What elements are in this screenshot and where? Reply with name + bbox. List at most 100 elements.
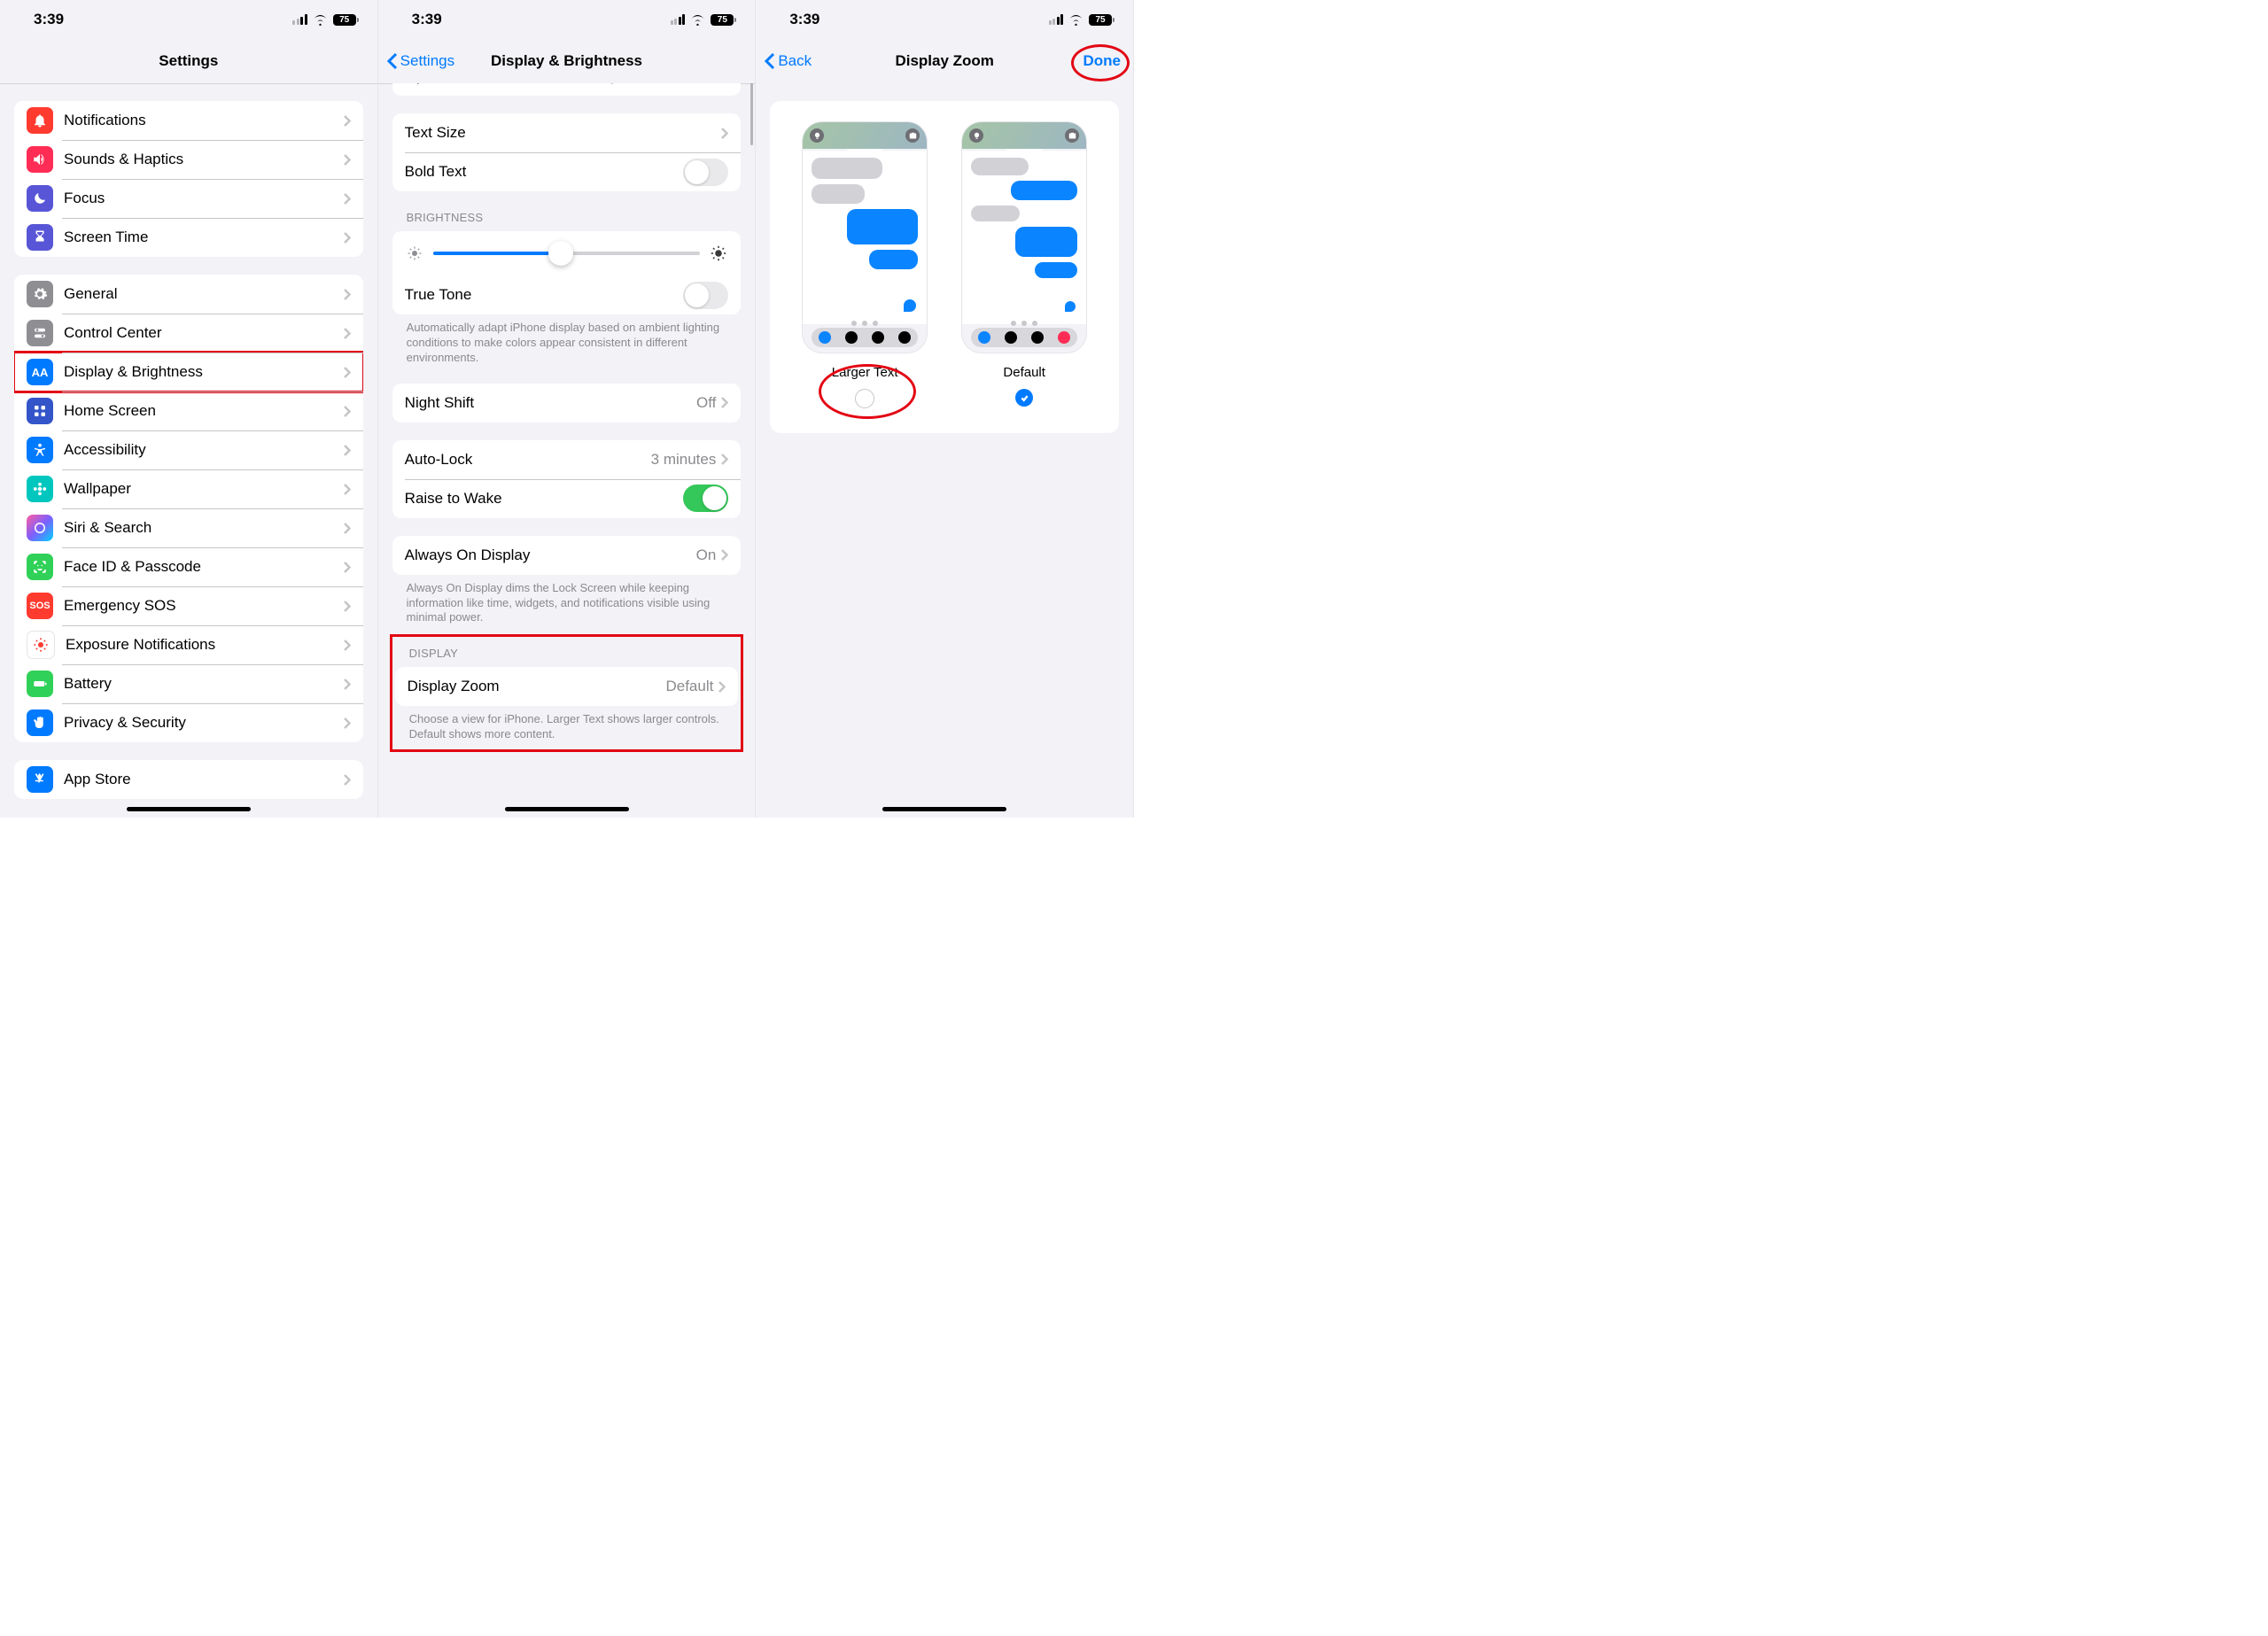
chevron-right-icon	[721, 549, 728, 561]
chevron-right-icon	[721, 128, 728, 139]
row-siri[interactable]: Siri & Search	[14, 508, 363, 547]
home-indicator[interactable]	[882, 807, 1006, 811]
display-zoom-options: Larger Text	[770, 101, 1119, 433]
settings-group-alerts: Notifications Sounds & Haptics Focus Scr…	[14, 101, 363, 257]
chevron-right-icon	[344, 232, 351, 244]
done-button[interactable]: Done	[1084, 52, 1122, 70]
row-always-on-display[interactable]: Always On Display On	[392, 536, 742, 575]
row-privacy[interactable]: Privacy & Security	[14, 703, 363, 742]
settings-group-general: General Control Center AA Display & Brig…	[14, 275, 363, 742]
row-face-id[interactable]: Face ID & Passcode	[14, 547, 363, 586]
exposure-icon	[27, 631, 55, 659]
status-time: 3:39	[400, 11, 442, 28]
row-options-partial[interactable]: Options Light Until Sunset	[392, 83, 742, 96]
chevron-right-icon	[344, 774, 351, 786]
row-display-brightness[interactable]: AA Display & Brightness	[14, 353, 363, 392]
back-button[interactable]: Settings	[387, 52, 454, 70]
settings-main-pane: 3:39 75 Settings Notifications Sounds & …	[0, 0, 378, 818]
row-app-store[interactable]: App Store	[14, 760, 363, 799]
row-bold-text[interactable]: Bold Text	[392, 152, 742, 191]
back-button[interactable]: Back	[765, 52, 812, 70]
battery-icon: 75	[1089, 14, 1112, 26]
chevron-right-icon	[344, 328, 351, 339]
row-exposure-notifications[interactable]: Exposure Notifications	[14, 625, 363, 664]
radio-default[interactable]	[1015, 389, 1033, 407]
chevron-back-icon	[387, 52, 398, 70]
speaker-icon	[27, 146, 53, 173]
status-time: 3:39	[21, 11, 64, 28]
battery-icon: 75	[711, 14, 734, 26]
chevron-right-icon	[344, 562, 351, 573]
row-raise-to-wake[interactable]: Raise to Wake	[392, 479, 742, 518]
home-indicator[interactable]	[127, 807, 251, 811]
brightness-slider-row	[392, 231, 742, 275]
row-night-shift[interactable]: Night Shift Off	[392, 384, 742, 423]
nav-bar: Settings Display & Brightness	[378, 39, 756, 84]
chevron-right-icon	[344, 193, 351, 205]
row-text-size[interactable]: Text Size	[392, 113, 742, 152]
chevron-right-icon	[344, 717, 351, 729]
raise-to-wake-toggle[interactable]	[683, 485, 728, 512]
page-title: Display Zoom	[895, 52, 993, 70]
row-auto-lock[interactable]: Auto-Lock 3 minutes	[392, 440, 742, 479]
switches-icon	[27, 320, 53, 346]
cellular-icon	[671, 14, 686, 25]
row-general[interactable]: General	[14, 275, 363, 314]
chevron-right-icon	[344, 678, 351, 690]
row-display-zoom[interactable]: Display Zoom Default	[395, 667, 739, 706]
row-control-center[interactable]: Control Center	[14, 314, 363, 353]
row-sounds[interactable]: Sounds & Haptics	[14, 140, 363, 179]
group-brightness: True Tone	[392, 231, 742, 314]
sos-icon: SOS	[27, 593, 53, 619]
chevron-right-icon	[344, 523, 351, 534]
face-id-icon	[27, 554, 53, 580]
display-brightness-pane: 3:39 75 Settings Display & Brightness Op…	[378, 0, 757, 818]
row-accessibility[interactable]: Accessibility	[14, 430, 363, 469]
row-focus[interactable]: Focus	[14, 179, 363, 218]
option-larger-text[interactable]: Larger Text	[803, 122, 927, 408]
group-display-zoom: Display Zoom Default	[395, 667, 739, 706]
settings-group-appstore: App Store	[14, 760, 363, 799]
row-wallpaper[interactable]: Wallpaper	[14, 469, 363, 508]
true-tone-toggle[interactable]	[683, 282, 728, 309]
row-notifications[interactable]: Notifications	[14, 101, 363, 140]
home-indicator[interactable]	[505, 807, 629, 811]
row-battery[interactable]: Battery	[14, 664, 363, 703]
brightness-header: BRIGHTNESS	[407, 211, 727, 224]
chevron-right-icon	[344, 445, 351, 456]
chevron-right-icon	[344, 115, 351, 127]
gear-icon	[27, 281, 53, 307]
text-size-icon: AA	[27, 359, 53, 385]
row-emergency-sos[interactable]: SOS Emergency SOS	[14, 586, 363, 625]
row-home-screen[interactable]: Home Screen	[14, 392, 363, 430]
sun-min-icon	[407, 245, 423, 261]
option-default[interactable]: Default	[962, 122, 1086, 408]
option-label: Default	[1003, 365, 1045, 380]
display-zoom-footer: Choose a view for iPhone. Larger Text sh…	[409, 712, 725, 742]
page-title: Settings	[159, 52, 218, 70]
group-text: Text Size Bold Text	[392, 113, 742, 191]
app-store-icon	[27, 766, 53, 793]
bell-icon	[27, 107, 53, 134]
display-zoom-pane: 3:39 75 Back Display Zoom Done	[756, 0, 1134, 818]
brightness-slider[interactable]	[433, 252, 701, 255]
row-screen-time[interactable]: Screen Time	[14, 218, 363, 257]
flower-icon	[27, 476, 53, 502]
status-time: 3:39	[777, 11, 819, 28]
chevron-right-icon	[344, 601, 351, 612]
grid-icon	[27, 398, 53, 424]
chevron-right-icon	[721, 397, 728, 408]
battery-settings-icon	[27, 671, 53, 697]
true-tone-footer: Automatically adapt iPhone display based…	[407, 321, 727, 366]
siri-icon	[27, 515, 53, 541]
chevron-right-icon	[344, 484, 351, 495]
row-true-tone[interactable]: True Tone	[392, 275, 742, 314]
status-bar: 3:39 75	[378, 0, 756, 39]
radio-larger-text[interactable]	[855, 389, 874, 408]
nav-bar: Settings	[0, 39, 377, 84]
moon-icon	[27, 185, 53, 212]
bold-text-toggle[interactable]	[683, 159, 728, 186]
accessibility-icon	[27, 437, 53, 463]
chevron-right-icon	[344, 640, 351, 651]
page-title: Display & Brightness	[491, 52, 642, 70]
